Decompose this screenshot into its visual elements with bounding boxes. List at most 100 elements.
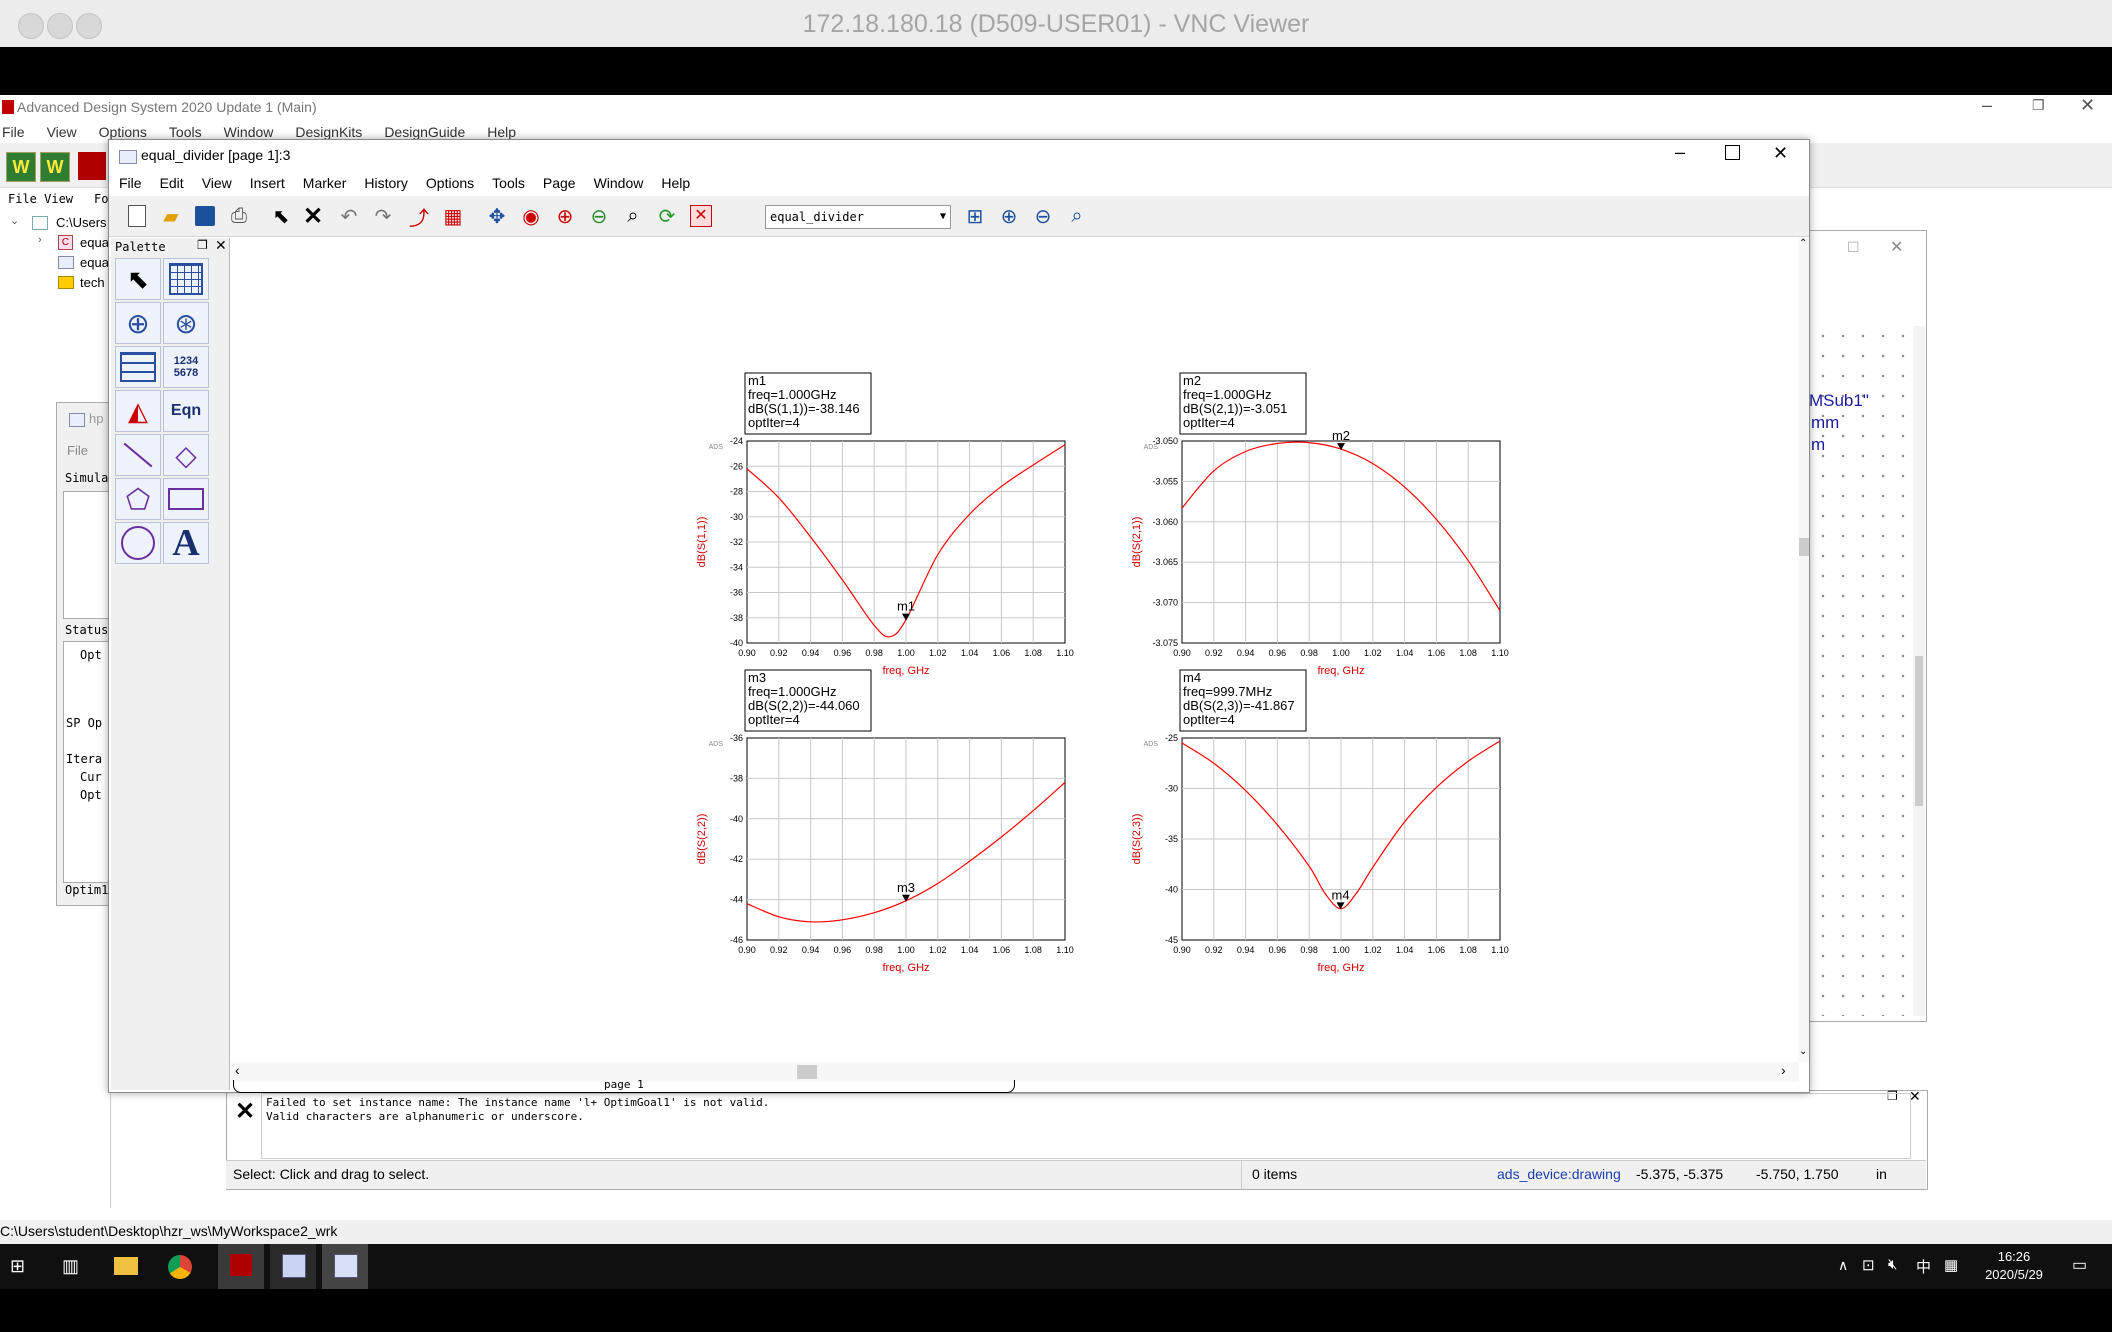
taskbar-data-display-button[interactable] xyxy=(322,1244,368,1292)
dd-menu-insert[interactable]: Insert xyxy=(250,175,285,191)
file-view-tab[interactable]: File View xyxy=(8,192,73,206)
vscroll-thumb[interactable] xyxy=(1799,538,1809,556)
canvas-vscroll[interactable]: ⌃ ⌄ xyxy=(1799,238,1809,1062)
layout-vscroll-thumb[interactable] xyxy=(1915,656,1923,806)
move-icon[interactable]: ✥ xyxy=(483,202,511,230)
new-page-icon[interactable] xyxy=(123,202,151,230)
zoom-area-icon[interactable]: ⊕ xyxy=(995,202,1023,230)
trace-icon[interactable]: ⤴ xyxy=(405,202,433,230)
message-log[interactable]: Failed to set instance name: The instanc… xyxy=(261,1093,1911,1159)
refresh-icon[interactable]: ⟳ xyxy=(653,202,681,230)
magnifier-icon[interactable]: ⌕ xyxy=(619,202,647,230)
tree-expand-icon[interactable]: ⌄ xyxy=(10,214,19,227)
task-view-icon[interactable]: ▥ xyxy=(62,1256,79,1277)
windows-start-icon[interactable]: ⊞ xyxy=(10,1256,25,1277)
plot-canvas[interactable]: 0.90 0.92 0.94 0.96 0.98 1.00 1.02 1.04 1.06 1.08… xyxy=(231,238,1799,1062)
tree-collapse-icon[interactable]: › xyxy=(38,234,42,246)
dd-menu-history[interactable]: History xyxy=(364,175,408,191)
tree-root[interactable]: C:\Users xyxy=(56,215,107,230)
scroll-up-icon[interactable]: ⌃ xyxy=(1799,238,1807,249)
list-table-icon[interactable] xyxy=(115,346,161,388)
ads-app-icon[interactable] xyxy=(78,152,106,180)
scroll-left-icon[interactable]: ‹ xyxy=(235,1062,240,1078)
palette-float-icon[interactable]: ❐ xyxy=(197,238,208,252)
open-folder-icon[interactable]: ▰ xyxy=(157,202,185,230)
zoom-in-icon[interactable]: ⊕ xyxy=(551,202,579,230)
stop-icon[interactable]: ✕ xyxy=(687,202,715,230)
layout-restore-icon[interactable]: ☐ xyxy=(1847,239,1860,256)
print-icon[interactable]: ⎙ xyxy=(225,202,253,230)
scroll-right-icon[interactable]: › xyxy=(1781,1062,1786,1078)
polyline-tool-icon[interactable]: ⬠ xyxy=(115,478,161,520)
dd-menu-tools[interactable]: Tools xyxy=(492,175,525,191)
polygon-tool-icon[interactable]: ◇ xyxy=(163,434,209,476)
dd-menu-file[interactable]: File xyxy=(119,175,142,191)
marker-icon[interactable]: ◉ xyxy=(517,202,545,230)
hscroll-thumb[interactable] xyxy=(797,1065,817,1079)
dd-menu-page[interactable]: Page xyxy=(543,175,576,191)
dd-close-icon[interactable]: ✕ xyxy=(1773,143,1788,164)
status-context[interactable]: ads_device:drawing xyxy=(1497,1166,1621,1182)
zoom-out-icon[interactable]: ⊖ xyxy=(585,202,613,230)
zoom-fit-icon[interactable]: ⌕ xyxy=(1063,202,1091,230)
dd-maximize-icon[interactable] xyxy=(1725,145,1740,160)
optim-menu-file[interactable]: File xyxy=(67,443,88,458)
menu-view[interactable]: View xyxy=(47,124,77,140)
dd-menu-marker[interactable]: Marker xyxy=(303,175,347,191)
taskbar-ads-button[interactable] xyxy=(218,1244,264,1292)
rectangle-tool-icon[interactable] xyxy=(163,478,209,520)
view-all-icon[interactable]: ⊞ xyxy=(961,202,989,230)
numeric-table-icon[interactable]: 1234 5678 xyxy=(163,346,209,388)
new-workspace-icon[interactable]: W xyxy=(6,152,36,182)
ime-indicator[interactable]: 中 xyxy=(1916,1256,1931,1277)
dataset-select[interactable]: equal_divider ▼ xyxy=(765,205,951,229)
file-explorer-icon[interactable] xyxy=(114,1257,138,1275)
ads-close-icon[interactable]: ✕ xyxy=(2080,95,2095,116)
open-workspace-icon[interactable]: W xyxy=(40,152,70,182)
select-arrow-icon[interactable]: ⬉ xyxy=(267,202,295,230)
dd-minimize-icon[interactable]: – xyxy=(1675,142,1685,163)
dd-menu-window[interactable]: Window xyxy=(594,175,644,191)
smith-chart-icon[interactable]: ⊛ xyxy=(163,302,209,344)
circle-tool-icon[interactable] xyxy=(115,522,161,564)
redo-icon[interactable]: ↷ xyxy=(369,202,397,230)
tree-item[interactable]: equa xyxy=(80,235,109,250)
notification-icon[interactable]: ▭ xyxy=(2072,1255,2087,1275)
polar-plot-icon[interactable]: ⊕ xyxy=(115,302,161,344)
tree-item[interactable]: tech xyxy=(80,275,105,290)
undo-icon[interactable]: ↶ xyxy=(335,202,363,230)
pointer-tool-icon[interactable]: ⬉ xyxy=(115,258,161,300)
tray-chevron-icon[interactable]: ∧ xyxy=(1838,1257,1848,1274)
tree-item[interactable]: equa xyxy=(80,255,109,270)
save-icon[interactable] xyxy=(191,202,219,230)
menu-designguide[interactable]: DesignGuide xyxy=(384,124,465,140)
dd-menu-help[interactable]: Help xyxy=(661,175,690,191)
layout-vscroll[interactable] xyxy=(1913,326,1925,1016)
zoom-out-view-icon[interactable]: ⊖ xyxy=(1029,202,1057,230)
plot-icon[interactable]: ▦ xyxy=(439,202,467,230)
menu-window[interactable]: Window xyxy=(224,124,274,140)
page-tab[interactable]: page 1 xyxy=(233,1078,1015,1093)
layout-close-icon[interactable]: ✕ xyxy=(1890,237,1903,257)
volume-icon[interactable]: 🔇︎ xyxy=(1888,1256,1897,1273)
rectangular-plot-icon[interactable] xyxy=(163,258,209,300)
dd-menu-view[interactable]: View xyxy=(202,175,232,191)
clock[interactable]: 16:26 2020/5/29 xyxy=(1984,1248,2044,1284)
menu-options[interactable]: Options xyxy=(99,124,147,140)
antenna-plot-icon[interactable]: ◭ xyxy=(115,390,161,432)
equation-icon[interactable]: Eqn xyxy=(163,390,209,432)
dd-menu-options[interactable]: Options xyxy=(426,175,474,191)
ads-minimize-icon[interactable]: – xyxy=(1982,95,1992,116)
chrome-icon[interactable] xyxy=(168,1255,192,1279)
keyboard-icon[interactable]: ▦ xyxy=(1944,1256,1958,1274)
delete-x-icon[interactable]: ✕ xyxy=(299,202,327,230)
plots-svg[interactable]: 0.90 0.92 0.94 0.96 0.98 1.00 1.02 1.04 1.06 1.08… xyxy=(231,238,1799,1062)
menu-file[interactable]: File xyxy=(2,124,25,140)
palette-close-icon[interactable]: ✕ xyxy=(215,237,227,254)
taskbar-schematic-button[interactable] xyxy=(270,1244,316,1292)
network-icon[interactable]: ⊡ xyxy=(1862,1256,1875,1274)
scroll-down-icon[interactable]: ⌄ xyxy=(1799,1046,1807,1057)
dd-menu-edit[interactable]: Edit xyxy=(160,175,184,191)
canvas-hscroll[interactable]: ‹ › xyxy=(231,1062,1799,1082)
text-tool-icon[interactable]: A xyxy=(163,522,209,564)
